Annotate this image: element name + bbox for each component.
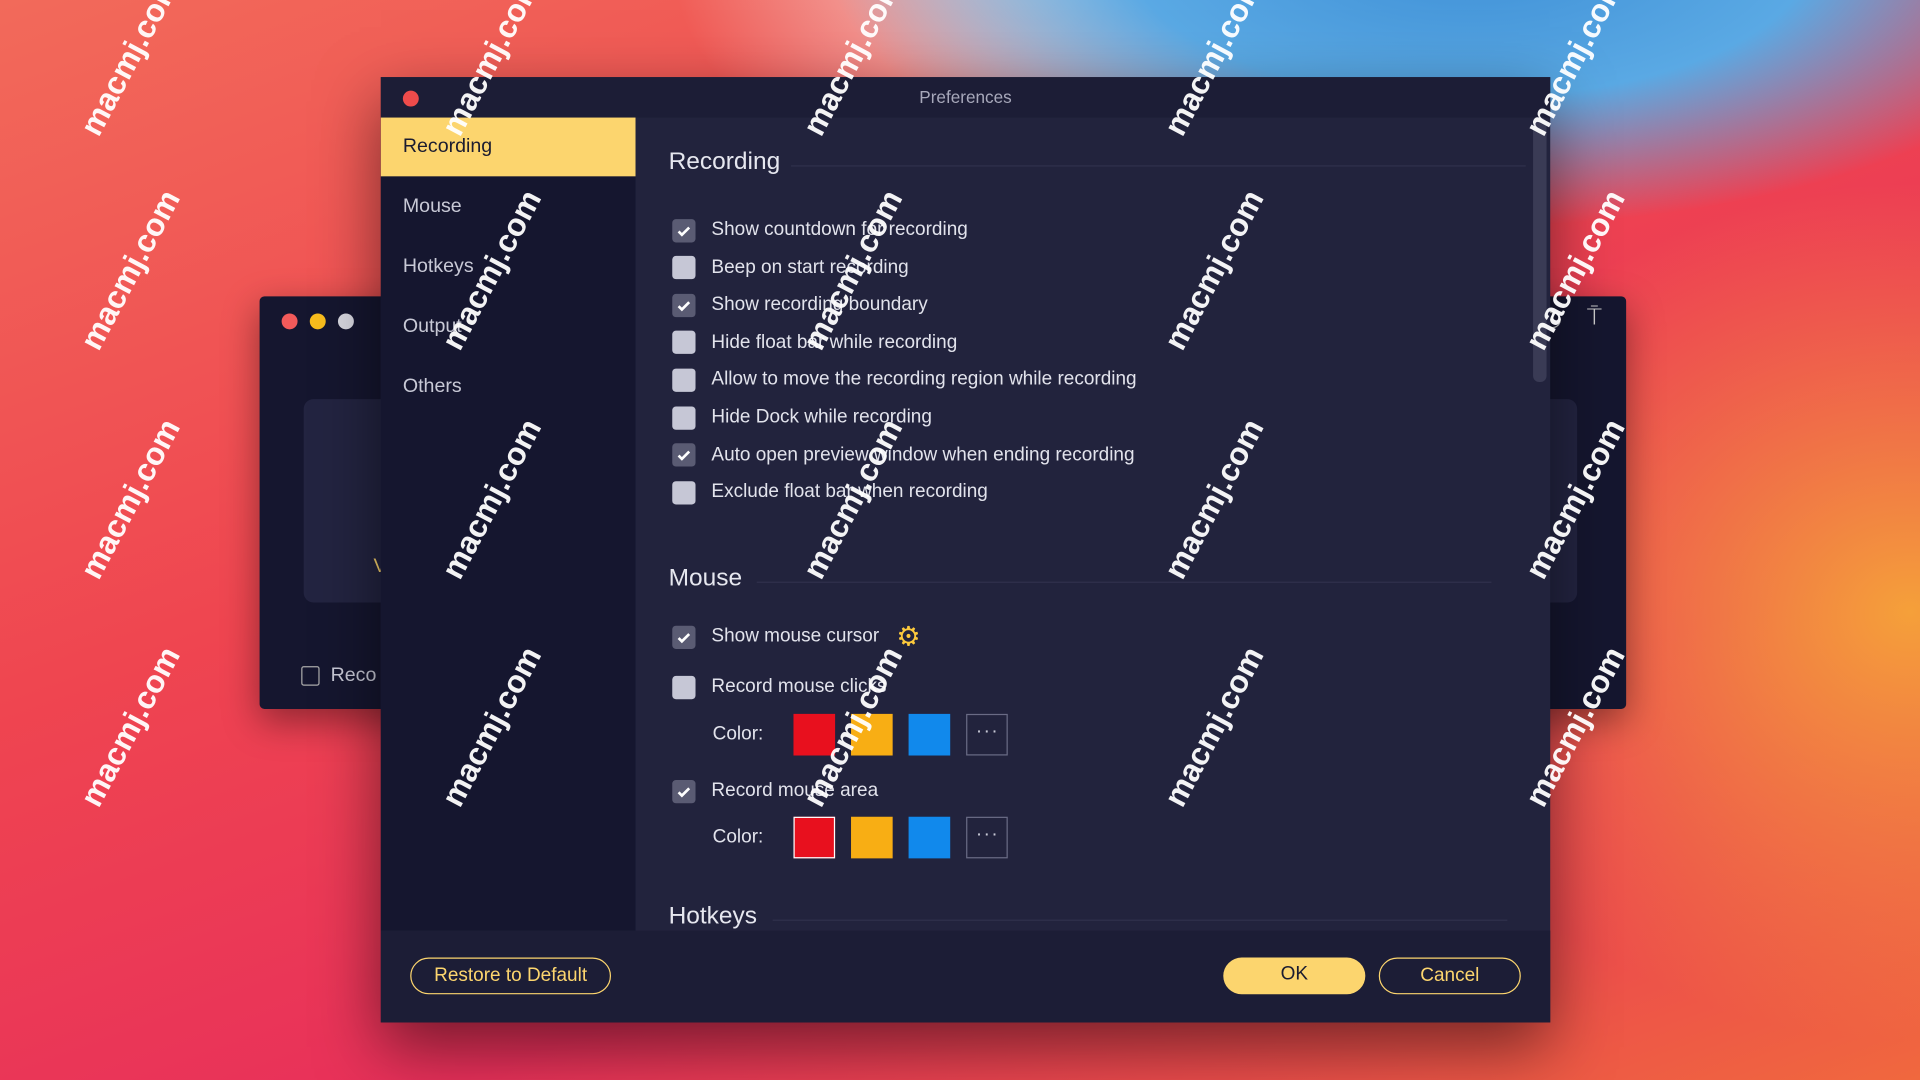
section-hotkeys: Hotkeys bbox=[668, 902, 1508, 930]
option-label: Record mouse clicks bbox=[711, 675, 887, 697]
checkbox[interactable] bbox=[672, 443, 696, 467]
more-colors-button[interactable]: ··· bbox=[966, 713, 1009, 756]
divider bbox=[772, 919, 1508, 921]
settings-content: Recording Show countdown for recording Be… bbox=[636, 117, 1551, 931]
ok-button[interactable]: OK bbox=[1223, 957, 1366, 995]
gear-icon[interactable]: ⚙ bbox=[896, 621, 920, 653]
footer: Restore to Default OK Cancel bbox=[380, 930, 1551, 1023]
sidebar-item-recording[interactable]: Recording bbox=[380, 117, 636, 177]
checkbox[interactable] bbox=[672, 675, 696, 699]
option-4[interactable]: Allow to move the recording region while… bbox=[672, 367, 1137, 394]
sidebar: Recording Mouse Hotkeys Output Others bbox=[380, 117, 636, 931]
color-label: Color: bbox=[712, 826, 764, 848]
checkbox[interactable] bbox=[672, 779, 696, 803]
sidebar-item-mouse[interactable]: Mouse bbox=[381, 178, 636, 237]
checkbox[interactable] bbox=[672, 330, 696, 355]
color-swatch-orange[interactable] bbox=[851, 816, 894, 859]
option-7[interactable]: Exclude float bar when recording bbox=[672, 479, 988, 506]
option-label: Allow to move the recording region while… bbox=[711, 369, 1137, 390]
divider bbox=[756, 581, 1492, 583]
option-label: Hide Dock while recording bbox=[711, 406, 932, 428]
pin-icon[interactable]: ⍑ bbox=[1587, 304, 1602, 332]
close-button[interactable] bbox=[281, 313, 298, 330]
checkbox[interactable] bbox=[672, 625, 696, 649]
option-0[interactable]: Show countdown for recording bbox=[672, 217, 968, 244]
color-swatch-red[interactable] bbox=[793, 713, 836, 756]
checkbox[interactable] bbox=[672, 293, 696, 317]
minimize-button[interactable] bbox=[309, 313, 326, 330]
option-label: Show recording boundary bbox=[711, 294, 928, 315]
more-colors-button[interactable]: ··· bbox=[966, 816, 1009, 859]
color-swatch-blue[interactable] bbox=[909, 816, 951, 859]
option-5[interactable]: Hide Dock while recording bbox=[672, 404, 932, 431]
record-label: Reco bbox=[330, 664, 377, 686]
sidebar-item-hotkeys[interactable]: Hotkeys bbox=[381, 238, 636, 297]
checkbox[interactable] bbox=[672, 405, 696, 430]
divider bbox=[791, 165, 1526, 167]
option-6[interactable]: Auto open preview window when ending rec… bbox=[672, 442, 1135, 469]
color-swatch-orange[interactable] bbox=[851, 713, 894, 756]
area-color-row: Color: ··· bbox=[712, 816, 1009, 859]
section-recording: Recording bbox=[668, 148, 1526, 176]
sidebar-item-output[interactable]: Output bbox=[381, 298, 636, 357]
checkbox[interactable] bbox=[672, 368, 696, 392]
sidebar-item-others[interactable]: Others bbox=[381, 358, 636, 417]
title-bar: Preferences bbox=[380, 77, 1551, 118]
preferences-dialog: Preferences Recording Mouse Hotkeys Outp… bbox=[380, 77, 1551, 1023]
option-show-mouse-cursor[interactable]: Show mouse cursor ⚙ bbox=[672, 621, 920, 653]
option-label: Show countdown for recording bbox=[711, 219, 968, 241]
option-3[interactable]: Hide float bar while recording bbox=[672, 329, 957, 356]
color-label: Color: bbox=[712, 723, 764, 745]
option-record-mouse-clicks[interactable]: Record mouse clicks bbox=[672, 673, 887, 700]
section-title: Hotkeys bbox=[668, 902, 758, 930]
cancel-button[interactable]: Cancel bbox=[1378, 957, 1521, 995]
color-swatch-red-selected[interactable] bbox=[793, 816, 836, 859]
watermark: macmj.com bbox=[72, 183, 188, 356]
section-title: Recording bbox=[668, 148, 781, 176]
option-label: Hide float bar while recording bbox=[711, 331, 958, 353]
checkbox[interactable] bbox=[672, 256, 696, 280]
click-color-row: Color: ··· bbox=[712, 713, 1009, 756]
list-icon bbox=[301, 666, 320, 686]
checkbox[interactable] bbox=[672, 480, 696, 505]
option-1[interactable]: Beep on start recording bbox=[672, 254, 909, 281]
close-button[interactable] bbox=[402, 90, 419, 107]
scrollbar-thumb[interactable] bbox=[1533, 117, 1547, 383]
window-title: Preferences bbox=[919, 86, 1012, 107]
restore-default-button[interactable]: Restore to Default bbox=[410, 957, 612, 995]
option-label: Record mouse area bbox=[711, 780, 879, 801]
section-title: Mouse bbox=[668, 564, 743, 592]
option-label: Auto open preview window when ending rec… bbox=[711, 443, 1135, 465]
watermark: macmj.com bbox=[72, 0, 188, 142]
option-2[interactable]: Show recording boundary bbox=[672, 292, 928, 319]
option-record-mouse-area[interactable]: Record mouse area bbox=[672, 778, 878, 805]
zoom-button[interactable] bbox=[337, 313, 354, 330]
option-label: Beep on start recording bbox=[711, 256, 909, 278]
option-label: Show mouse cursor bbox=[711, 625, 880, 647]
checkbox[interactable] bbox=[672, 218, 696, 242]
color-swatch-blue[interactable] bbox=[909, 713, 951, 756]
section-mouse: Mouse bbox=[668, 564, 1492, 592]
desktop: V Reco ◴ ⍑ Preferences Recording Mouse H… bbox=[0, 0, 1920, 1080]
watermark: macmj.com bbox=[72, 412, 188, 585]
option-label: Exclude float bar when recording bbox=[711, 481, 988, 503]
watermark: macmj.com bbox=[72, 640, 188, 813]
